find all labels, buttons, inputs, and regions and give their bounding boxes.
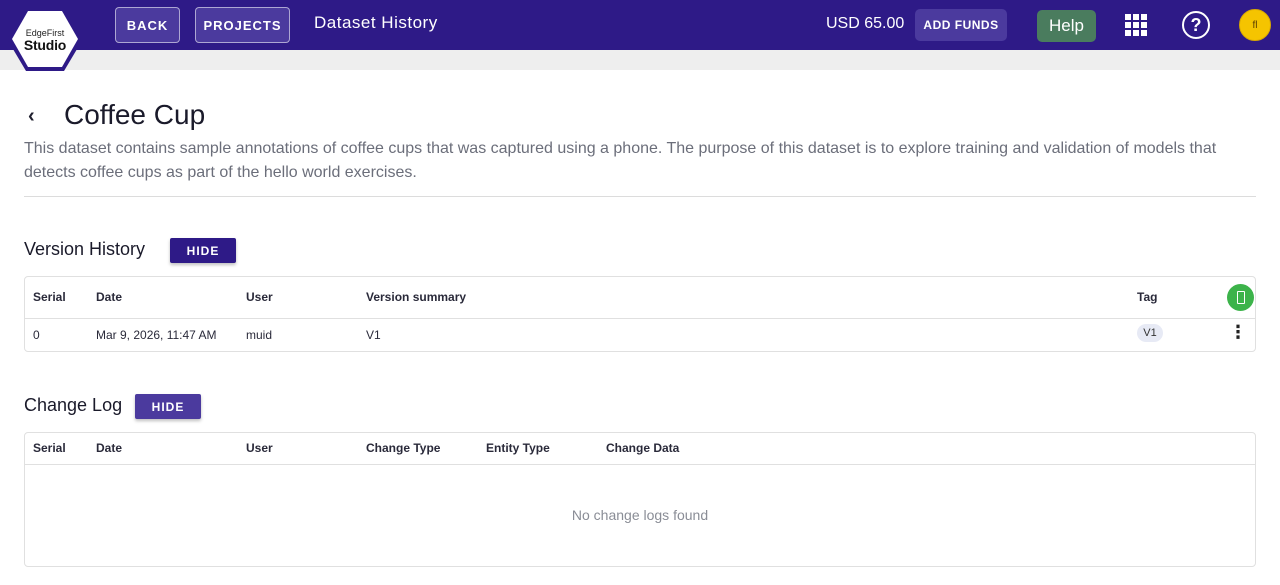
account-balance: USD 65.00 bbox=[826, 15, 905, 32]
divider bbox=[24, 196, 1256, 197]
more-vertical-icon[interactable]: ⋮ bbox=[1229, 322, 1247, 342]
version-history-hide-button[interactable]: HIDE bbox=[170, 238, 236, 263]
projects-button[interactable]: PROJECTS bbox=[195, 7, 290, 43]
column-header-serial: Serial bbox=[33, 441, 66, 455]
logo-text-studio: Studio bbox=[23, 37, 67, 53]
column-header-entity-type: Entity Type bbox=[486, 441, 550, 455]
version-history-table: Serial Date User Version summary Tag 0 M… bbox=[24, 276, 1256, 352]
dataset-description: This dataset contains sample annotations… bbox=[24, 140, 1217, 181]
column-header-date: Date bbox=[96, 290, 123, 304]
sub-header-strip bbox=[0, 50, 1280, 70]
column-header-version-summary: Version summary bbox=[366, 290, 467, 304]
column-header-change-type: Change Type bbox=[366, 441, 441, 455]
dataset-title: Coffee Cup bbox=[64, 99, 206, 130]
cell-version-summary: V1 bbox=[366, 328, 381, 342]
row-divider bbox=[25, 318, 1255, 319]
column-header-date: Date bbox=[96, 441, 123, 455]
page-heading: Dataset History bbox=[314, 13, 438, 32]
column-header-user: User bbox=[246, 290, 273, 304]
row-divider bbox=[25, 464, 1255, 465]
column-header-change-data: Change Data bbox=[606, 441, 680, 455]
back-button[interactable]: BACK bbox=[115, 7, 180, 43]
help-button[interactable]: Help bbox=[1037, 10, 1096, 42]
chevron-left-icon[interactable]: ‹ bbox=[28, 105, 35, 128]
apps-grid-icon[interactable] bbox=[1125, 14, 1147, 36]
edgefirst-studio-logo[interactable]: EdgeFirst Studio bbox=[6, 5, 84, 73]
column-header-user: User bbox=[246, 441, 273, 455]
column-header-tag: Tag bbox=[1137, 290, 1158, 304]
add-funds-button[interactable]: ADD FUNDS bbox=[915, 9, 1007, 41]
change-log-hide-button[interactable]: HIDE bbox=[135, 394, 201, 419]
column-header-serial: Serial bbox=[33, 290, 66, 304]
avatar[interactable]: fl bbox=[1239, 9, 1271, 41]
cell-serial: 0 bbox=[33, 328, 40, 342]
version-history-title: Version History bbox=[24, 239, 146, 259]
cell-date: Mar 9, 2026, 11:47 AM bbox=[96, 328, 217, 342]
add-version-icon[interactable] bbox=[1227, 284, 1254, 311]
cell-user: muid bbox=[246, 328, 273, 342]
version-tag-chip: V1 bbox=[1137, 324, 1163, 342]
change-log-table: Serial Date User Change Type Entity Type… bbox=[24, 432, 1256, 567]
empty-state-message: No change logs found bbox=[571, 507, 709, 523]
change-log-title: Change Log bbox=[24, 395, 123, 415]
question-circle-icon[interactable]: ? bbox=[1182, 11, 1210, 39]
